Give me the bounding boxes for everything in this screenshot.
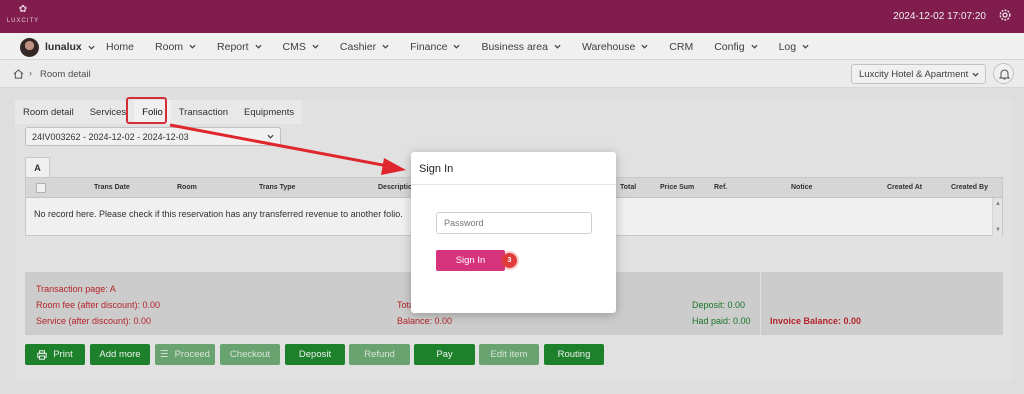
- modal-divider: [411, 184, 616, 185]
- modal-title: Sign In: [419, 163, 454, 175]
- sign-in-modal: Sign In Sign In 3: [411, 152, 616, 313]
- step-badge: 3: [502, 253, 517, 268]
- password-input[interactable]: [436, 212, 592, 234]
- sign-in-button[interactable]: Sign In: [436, 250, 505, 271]
